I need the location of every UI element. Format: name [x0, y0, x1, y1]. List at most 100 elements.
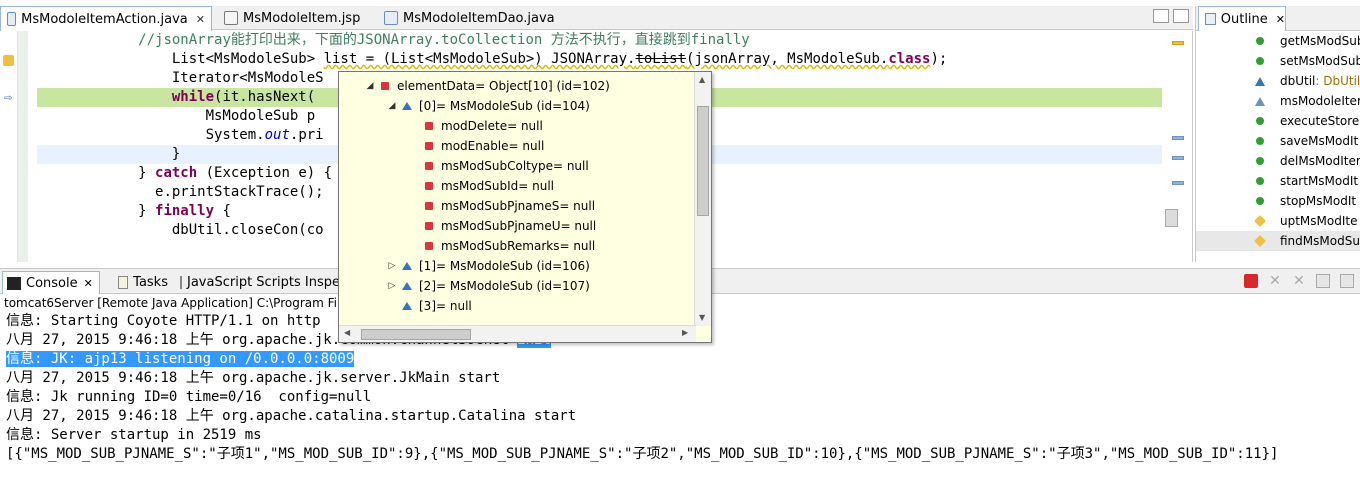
scrollbar-thumb[interactable] — [697, 106, 709, 216]
outline-item[interactable]: setMsModSub — [1196, 51, 1360, 71]
outline-item[interactable]: uptMsModIte — [1196, 211, 1360, 231]
outline-item-label: executeStore() — [1280, 114, 1360, 128]
tree-row-label: modDelete= null — [441, 119, 543, 133]
outline-item[interactable]: startMsModIt — [1196, 171, 1360, 191]
clear-console-icon[interactable] — [1316, 274, 1330, 288]
scroll-left-icon[interactable]: ◀ — [344, 328, 350, 337]
code-text: { — [214, 203, 231, 219]
expand-arrow-icon[interactable]: ▷ — [387, 261, 397, 271]
outline-item[interactable]: dbUtil : DbUtil — [1196, 71, 1360, 91]
remove-all-terminated-icon[interactable]: ✕ — [1292, 274, 1306, 288]
warning-overview-marker[interactable] — [1172, 41, 1184, 45]
private-field-icon — [425, 142, 433, 150]
overview-marker[interactable] — [1172, 156, 1184, 160]
collapse-arrow-icon[interactable]: ◢ — [365, 81, 375, 91]
tree-row-label: elementData= Object[10] (id=102) — [397, 79, 610, 93]
scroll-right-icon[interactable]: ▶ — [682, 328, 688, 337]
maximize-icon[interactable] — [1173, 9, 1189, 23]
editor-scrollbar-thumb[interactable] — [1165, 209, 1178, 227]
tree-row[interactable]: modEnable= null — [419, 136, 544, 156]
tree-row-label: msModSubPjnameS= null — [441, 199, 596, 213]
tree-row[interactable]: msModSubColtype= null — [419, 156, 589, 176]
editor-gutter: ⇨ — [0, 31, 18, 262]
popup-horizontal-scrollbar[interactable]: ◀ ▶ — [339, 325, 696, 342]
console-text: 信息: Jk running ID=0 time=0/16 config=nul… — [6, 389, 372, 405]
variable-inspect-popup[interactable]: ◢ elementData= Object[10] (id=102) ◢ [0]= … — [338, 71, 712, 343]
outline-item-label: startMsModIt — [1280, 174, 1359, 188]
tab-console[interactable]: Console ✕ — [2, 271, 100, 294]
private-field-icon — [425, 202, 433, 210]
outline-item-label: uptMsModIte — [1280, 214, 1358, 228]
field-icon — [1255, 96, 1265, 106]
tab-msmodoleitemaction-java[interactable]: MsModoleItemAction.java ✕ — [0, 6, 212, 31]
array-element-icon — [402, 102, 412, 110]
tab-outline[interactable]: Outline ✕ — [1198, 6, 1286, 31]
array-element-icon — [402, 262, 412, 270]
overview-marker[interactable] — [1172, 136, 1184, 140]
outline-item-selected[interactable]: findMsModSu — [1196, 231, 1360, 251]
private-field-icon — [425, 182, 433, 190]
tree-row-label: msModSubId= null — [441, 179, 554, 193]
outline-item[interactable]: msModoleIter — [1196, 91, 1360, 111]
scroll-down-icon[interactable]: ▼ — [699, 313, 705, 322]
outline-item[interactable]: delMsModIter — [1196, 151, 1360, 171]
outline-item-label: dbUtil — [1280, 74, 1316, 88]
outline-item[interactable]: executeStore() — [1196, 111, 1360, 131]
close-icon[interactable]: ✕ — [196, 13, 205, 26]
tree-row[interactable]: msModSubPjnameU= null — [419, 216, 596, 236]
close-icon[interactable]: ✕ — [84, 277, 93, 290]
private-field-icon — [425, 242, 433, 250]
outline-item[interactable]: getMsModSub — [1196, 31, 1360, 51]
outline-item-label: delMsModIter — [1280, 154, 1360, 168]
code-line: //jsonArray能打印出来，下面的JSONArray.toCollecti… — [37, 31, 1162, 50]
terminate-icon[interactable] — [1244, 274, 1258, 288]
console-line: [{"MS_MOD_SUB_PJNAME_S":"子项1","MS_MOD_SU… — [6, 445, 1360, 464]
overview-ruler[interactable] — [1162, 31, 1192, 262]
code-keyword: catch — [155, 165, 198, 181]
popup-vertical-scrollbar[interactable]: ▲ ▼ — [694, 72, 711, 326]
outline-item[interactable]: saveMsModIt — [1196, 131, 1360, 151]
tree-row[interactable]: ▷ [1]= MsModoleSub (id=106) — [387, 256, 590, 276]
tab-tasks[interactable]: Tasks — [114, 271, 172, 294]
tab-label: MsModoleItemDao.java — [403, 10, 555, 26]
expand-arrow-icon[interactable]: ▷ — [387, 281, 397, 291]
tree-row[interactable]: modDelete= null — [419, 116, 543, 136]
collapse-arrow-icon[interactable]: ◢ — [387, 101, 397, 111]
tree-row[interactable]: [3]= null — [397, 296, 472, 316]
code-text: } — [171, 146, 181, 162]
code-keyword: class — [888, 51, 931, 67]
scrollbar-thumb[interactable] — [361, 329, 471, 340]
public-method-icon — [1256, 37, 1264, 45]
console-icon — [7, 276, 21, 290]
scripts-icon — [180, 276, 182, 289]
outline-item-label: msModoleIter — [1280, 94, 1360, 108]
scroll-up-icon[interactable]: ▲ — [699, 75, 705, 84]
scroll-lock-icon[interactable] — [1340, 274, 1354, 288]
tab-msmodoleitem-jsp[interactable]: MsModoleItem.jsp — [218, 6, 373, 30]
overview-marker[interactable] — [1172, 181, 1184, 185]
tree-row[interactable]: ▷ [2]= MsModoleSub (id=107) — [387, 276, 590, 296]
tree-row[interactable]: msModSubPjnameS= null — [419, 196, 595, 216]
tree-row[interactable]: msModSubRemarks= null — [419, 236, 595, 256]
selected-text: 信息: JK: ajp13 listening on /0.0.0.0:8009 — [6, 351, 355, 367]
tree-row[interactable]: msModSubId= null — [419, 176, 554, 196]
code-text: dbUtil.closeCon(co — [171, 222, 324, 238]
outline-item[interactable]: stopMsModIt — [1196, 191, 1360, 211]
tree-row[interactable]: ◢ [0]= MsModoleSub (id=104) — [387, 96, 590, 116]
tree-row-label: [0]= MsModoleSub (id=104) — [419, 99, 590, 113]
tab-msmodoleitemdao-java[interactable]: MsModoleItemDao.java — [378, 6, 568, 30]
tree-row-label: [3]= null — [419, 299, 472, 313]
tab-label: MsModoleItem.jsp — [243, 10, 361, 26]
remove-launch-icon[interactable]: ✕ — [1268, 274, 1282, 288]
outline-item-label: saveMsModIt — [1280, 134, 1359, 148]
public-method-icon — [1256, 177, 1264, 185]
close-icon[interactable]: ✕ — [1276, 13, 1285, 26]
console-toolbar: ✕ ✕ — [1244, 274, 1354, 288]
minimize-icon[interactable] — [1153, 9, 1169, 23]
editor-window-controls — [1153, 9, 1189, 23]
tab-javascript-scripts-inspector[interactable]: JavaScript Scripts Inspe — [176, 271, 341, 294]
console-line: 信息: Server startup in 2519 ms — [6, 426, 1360, 445]
array-element-icon — [402, 302, 412, 310]
tree-row[interactable]: ◢ elementData= Object[10] (id=102) — [365, 76, 610, 96]
code-comment: //jsonArray能打印出来，下面的JSONArray.toCollecti… — [138, 32, 750, 48]
